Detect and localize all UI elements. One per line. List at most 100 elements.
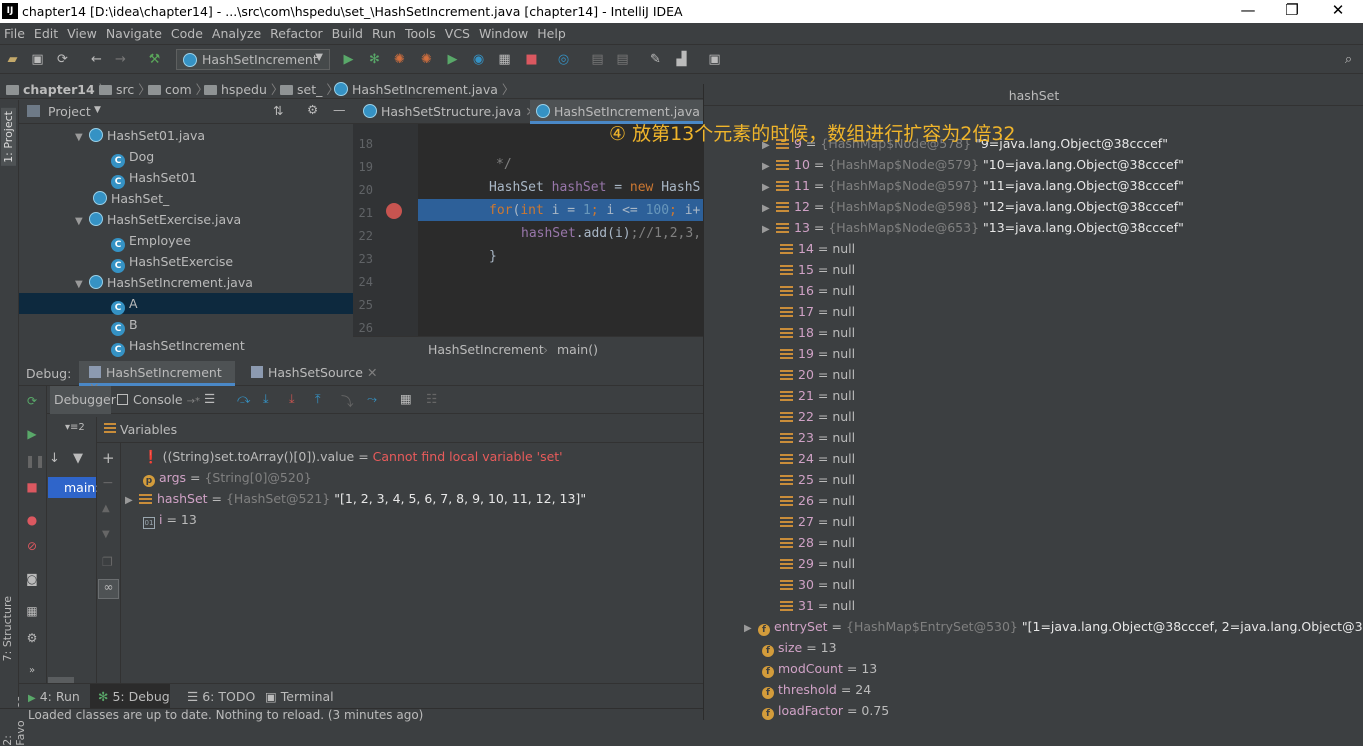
copy-icon[interactable]: ❐ — [102, 555, 113, 569]
threads-dropdown-icon[interactable]: ▾≡2 — [65, 422, 85, 433]
expand-arrow-icon[interactable]: ▶ — [762, 182, 776, 193]
table-null-row[interactable]: 20 = null — [780, 367, 855, 388]
collapse-all-icon[interactable]: ⇅ — [273, 103, 283, 118]
tree-item[interactable]: ▼ HashSetIncrement.java — [19, 272, 353, 293]
minimize-button[interactable]: — — [1225, 1, 1271, 19]
crumb-class[interactable]: HashSetIncrement — [428, 342, 544, 357]
tab-debugger[interactable]: Debugger — [50, 386, 116, 414]
variable-row[interactable]: p args = {String[0]@520} — [143, 470, 312, 491]
field-row[interactable]: f threshold = 24 — [762, 682, 871, 703]
vcs-icon[interactable]: ▤ — [589, 51, 606, 68]
debug-bug-icon[interactable]: ✻ — [366, 51, 383, 68]
menu-help[interactable]: Help — [533, 23, 571, 41]
down-arrow-icon[interactable]: ↓ — [49, 451, 60, 466]
tab-hashsetstructure[interactable]: HashSetStructure.java ✕ — [357, 100, 542, 124]
menu-build[interactable]: Build — [328, 23, 368, 41]
settings-wrench-icon[interactable]: ✎ — [647, 51, 664, 68]
more-icon[interactable]: » — [25, 664, 39, 678]
remove-watch-icon[interactable]: − — [102, 475, 114, 491]
tab-debug[interactable]: ✻ 5: Debug — [90, 684, 170, 709]
reload-classes-icon[interactable]: ▦ — [496, 51, 513, 68]
pause-icon[interactable]: ❚❚ — [25, 454, 45, 468]
table-null-row[interactable]: 30 = null — [780, 577, 855, 598]
tree-item[interactable]: C Dog — [19, 146, 353, 168]
run-config-select[interactable]: HashSetIncrement ▼ — [176, 49, 330, 70]
back-arrow-icon[interactable]: ← — [88, 51, 105, 68]
inspect-popup[interactable]: hashSet ▶ 9 = {HashMap$Node@578} "9=java.… — [703, 84, 1363, 720]
field-row[interactable]: f modCount = 13 — [762, 661, 877, 682]
tree-item[interactable]: HashSet_ — [19, 188, 353, 209]
menu-tools[interactable]: Tools — [401, 23, 441, 41]
drop-frame-icon[interactable]: ⤵ — [341, 391, 354, 410]
tab-todo[interactable]: ☰ 6: TODO — [187, 689, 255, 704]
table-entry-row[interactable]: ▶ 10 = {HashMap$Node@579} "10=java.lang.O… — [762, 157, 1184, 178]
close-button[interactable]: ✕ — [1315, 1, 1361, 19]
tab-console[interactable]: Console →* — [117, 392, 200, 407]
tree-item[interactable]: C Employee — [19, 230, 353, 252]
build-hammer-icon[interactable]: ⚒ — [146, 51, 163, 68]
menu-navigate[interactable]: Navigate — [102, 23, 167, 41]
table-null-row[interactable]: 15 = null — [780, 262, 855, 283]
show-execution-point-icon[interactable]: ☰ — [204, 391, 215, 406]
table-null-row[interactable]: 31 = null — [780, 598, 855, 619]
tree-item[interactable]: C HashSetIncrement — [19, 335, 353, 357]
profile-icon[interactable]: ✺ — [418, 51, 435, 68]
tree-item[interactable]: C B — [19, 314, 353, 336]
table-entry-row[interactable]: ▶ 11 = {HashMap$Node@597} "11=java.lang.O… — [762, 178, 1184, 199]
menu-vcs[interactable]: VCS — [441, 23, 475, 41]
debug-tab-hashsetsource[interactable]: HashSetSource ✕ — [251, 361, 377, 386]
field-row[interactable]: f size = 13 — [762, 640, 837, 661]
gear-icon[interactable]: ⚙ — [307, 102, 318, 117]
chevron-down-icon[interactable]: ▼ — [94, 105, 101, 115]
vcs-update-icon[interactable]: ▤ — [614, 51, 631, 68]
run-icon[interactable]: ▶ — [340, 51, 357, 68]
table-entry-row[interactable]: ▶ 12 = {HashMap$Node@598} "12=java.lang.O… — [762, 199, 1184, 220]
table-null-row[interactable]: 21 = null — [780, 388, 855, 409]
step-out-icon[interactable]: ⤒ — [315, 391, 321, 407]
tree-item[interactable]: C HashSet01 — [19, 167, 353, 189]
sdk-icon[interactable]: ▣ — [706, 51, 723, 68]
layout-icon[interactable]: ▦ — [25, 604, 39, 618]
expand-arrow-icon[interactable]: ▶ — [125, 495, 139, 506]
table-null-row[interactable]: 28 = null — [780, 535, 855, 556]
resume-icon[interactable]: ▶ — [25, 427, 39, 441]
move-down-icon[interactable]: ▼ — [102, 529, 110, 540]
crumb-chapter14[interactable]: chapter14 〉 — [6, 79, 111, 98]
crumb-hspedu[interactable]: hspedu 〉 — [204, 79, 283, 98]
force-step-into-icon[interactable]: ⤓ — [289, 391, 295, 407]
settings-gear-icon[interactable]: ⚙ — [25, 631, 39, 645]
maximize-button[interactable]: ❐ — [1269, 1, 1315, 19]
tree-item[interactable]: ▼ HashSetExercise.java — [19, 209, 353, 230]
search-everywhere-icon[interactable]: ◎ — [555, 51, 572, 68]
menu-analyze[interactable]: Analyze — [208, 23, 266, 41]
table-null-row[interactable]: 29 = null — [780, 556, 855, 577]
trace-icon[interactable]: ☷ — [426, 391, 437, 406]
menu-window[interactable]: Window — [475, 23, 533, 41]
save-icon[interactable]: ▣ — [29, 51, 46, 68]
menu-view[interactable]: View — [63, 23, 102, 41]
variable-row[interactable]: ▶ hashSet = {HashSet@521} "[1, 2, 3, 4, 5… — [125, 491, 586, 512]
tab-terminal[interactable]: ▣ Terminal — [265, 689, 334, 704]
menu-file[interactable]: File — [0, 23, 30, 41]
crumb-com[interactable]: com 〉 — [148, 79, 208, 98]
structure-tool-tab[interactable]: 7: Structure — [1, 596, 14, 661]
rerun-icon[interactable]: ⟳ — [25, 394, 39, 408]
run-dropdown-icon[interactable]: ▶ — [444, 51, 461, 68]
project-tool-tab[interactable]: 1: Project — [1, 108, 16, 166]
table-null-row[interactable]: 18 = null — [780, 325, 855, 346]
expand-arrow-icon[interactable]: ▶ — [744, 623, 758, 634]
step-into-icon[interactable]: ⤓ — [263, 391, 269, 407]
table-entry-row[interactable]: ▶ 13 = {HashMap$Node@653} "13=java.lang.O… — [762, 220, 1184, 241]
tree-item-selected[interactable]: C A — [19, 293, 353, 315]
table-null-row[interactable]: 14 = null — [780, 241, 855, 262]
tree-item[interactable]: ▼ HashSet01.java — [19, 125, 353, 146]
crumb-file[interactable]: HashSetIncrement.java 〉 — [334, 79, 514, 98]
sync-icon[interactable]: ⟳ — [54, 51, 71, 68]
table-null-row[interactable]: 25 = null — [780, 472, 855, 493]
forward-arrow-icon[interactable]: → — [112, 51, 129, 68]
expand-arrow-icon[interactable]: ▼ — [75, 132, 89, 143]
camera-icon[interactable]: ◙ — [25, 572, 39, 586]
crumb-src[interactable]: src 〉 — [99, 79, 151, 98]
variable-row[interactable]: ❗ ((String)set.toArray()[0]).value = Can… — [143, 449, 563, 470]
menu-edit[interactable]: Edit — [30, 23, 63, 41]
